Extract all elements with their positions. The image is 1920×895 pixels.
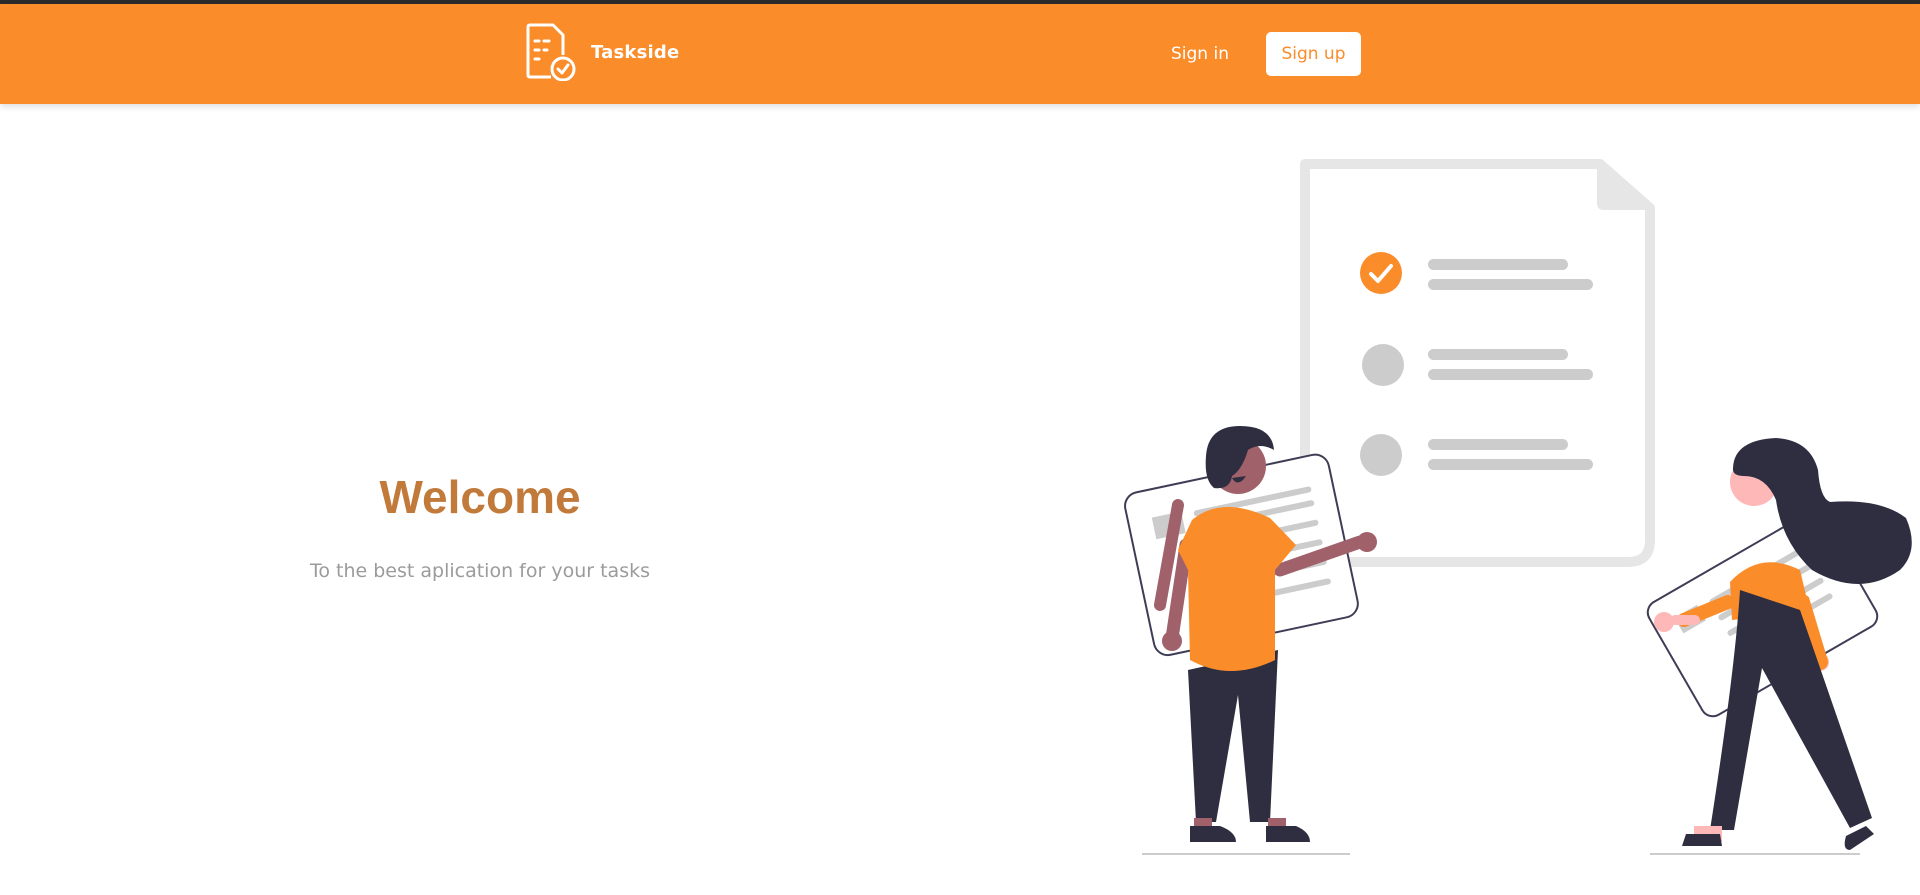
page-title: Welcome bbox=[379, 471, 581, 523]
header-nav: Sign in Sign up bbox=[1160, 32, 1361, 76]
brand-logo-link[interactable]: Taskside bbox=[523, 22, 679, 82]
woman-figure bbox=[1646, 438, 1912, 855]
sign-in-link[interactable]: Sign in bbox=[1160, 44, 1240, 64]
task-document-icon bbox=[526, 23, 576, 81]
hero-section: Welcome To the best aplication for your … bbox=[0, 104, 960, 895]
task-check-done-icon bbox=[1360, 252, 1402, 294]
page-subtitle: To the best aplication for your tasks bbox=[309, 560, 650, 582]
sign-up-button[interactable]: Sign up bbox=[1265, 32, 1361, 76]
tasks-illustration bbox=[1124, 159, 1912, 855]
task-list-document bbox=[1300, 159, 1655, 567]
brand-name: Taskside bbox=[591, 41, 680, 63]
task-check-pending-icon bbox=[1360, 434, 1402, 476]
task-check-pending-icon bbox=[1362, 344, 1404, 386]
app-header: Taskside Sign in Sign up bbox=[0, 4, 1920, 104]
